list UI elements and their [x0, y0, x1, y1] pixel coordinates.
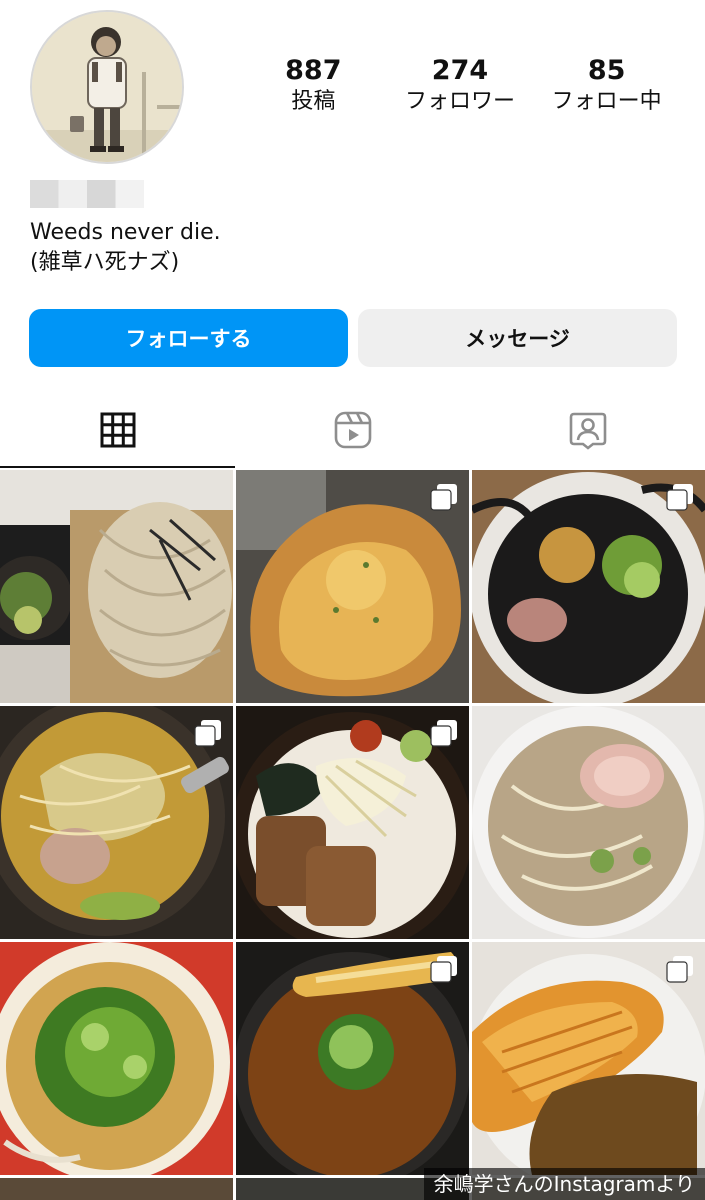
reels-icon — [334, 411, 371, 449]
post-thumbnail[interactable] — [472, 706, 705, 939]
multiple-images-icon — [666, 956, 693, 983]
post-thumbnail[interactable] — [236, 706, 469, 939]
post-image-shoyu-ramen — [472, 706, 705, 939]
post-thumbnail[interactable] — [472, 470, 705, 703]
bio-line-1: Weeds never die. — [30, 220, 221, 245]
post-thumbnail[interactable] — [472, 942, 705, 1175]
bio-line-2: (雑草ハ死ナズ) — [30, 250, 180, 275]
multiple-images-icon — [430, 956, 457, 983]
post-thumbnail[interactable] — [0, 470, 233, 703]
profile-stats: 887 投稿 274 フォロワー 85 フォロー中 — [240, 55, 680, 117]
stat-posts[interactable]: 887 投稿 — [243, 55, 383, 117]
post-image-soba — [0, 470, 233, 703]
stat-following[interactable]: 85 フォロー中 — [537, 55, 677, 117]
post-thumbnail[interactable] — [0, 1178, 233, 1200]
bio: Weeds never die. (雑草ハ死ナズ) — [30, 218, 221, 278]
profile-tabs — [0, 392, 705, 468]
post-thumbnail[interactable] — [0, 942, 233, 1175]
avatar-photo — [32, 12, 182, 162]
message-button[interactable]: メッセージ — [358, 309, 677, 367]
tagged-icon — [569, 412, 606, 450]
profile-actions: フォローする メッセージ — [29, 309, 677, 367]
profile-header: 887 投稿 274 フォロワー 85 フォロー中 — [0, 0, 705, 170]
post-thumbnail[interactable] — [236, 942, 469, 1175]
post-image-negi-ramen — [0, 942, 233, 1175]
grid-icon — [100, 412, 135, 448]
username-redacted — [30, 180, 144, 208]
tab-posts[interactable] — [0, 392, 235, 468]
post-thumbnail[interactable] — [0, 706, 233, 939]
following-label: フォロー中 — [551, 89, 662, 114]
tab-reels[interactable] — [235, 392, 470, 468]
followers-label: フォロワー — [404, 89, 515, 114]
followers-count: 274 — [431, 55, 489, 86]
source-watermark: 余嶋学さんのInstagramより — [423, 1168, 705, 1200]
multiple-images-icon — [666, 484, 693, 511]
following-count: 85 — [587, 55, 626, 86]
multiple-images-icon — [430, 484, 457, 511]
post-image-partial — [0, 1178, 233, 1200]
avatar[interactable] — [30, 10, 184, 164]
multiple-images-icon — [430, 720, 457, 747]
posts-count: 887 — [285, 55, 342, 86]
stat-followers[interactable]: 274 フォロワー — [390, 55, 530, 117]
multiple-images-icon — [194, 720, 221, 747]
follow-button[interactable]: フォローする — [29, 309, 348, 367]
post-thumbnail[interactable] — [236, 470, 469, 703]
tab-tagged[interactable] — [470, 392, 705, 468]
posts-label: 投稿 — [291, 89, 336, 114]
